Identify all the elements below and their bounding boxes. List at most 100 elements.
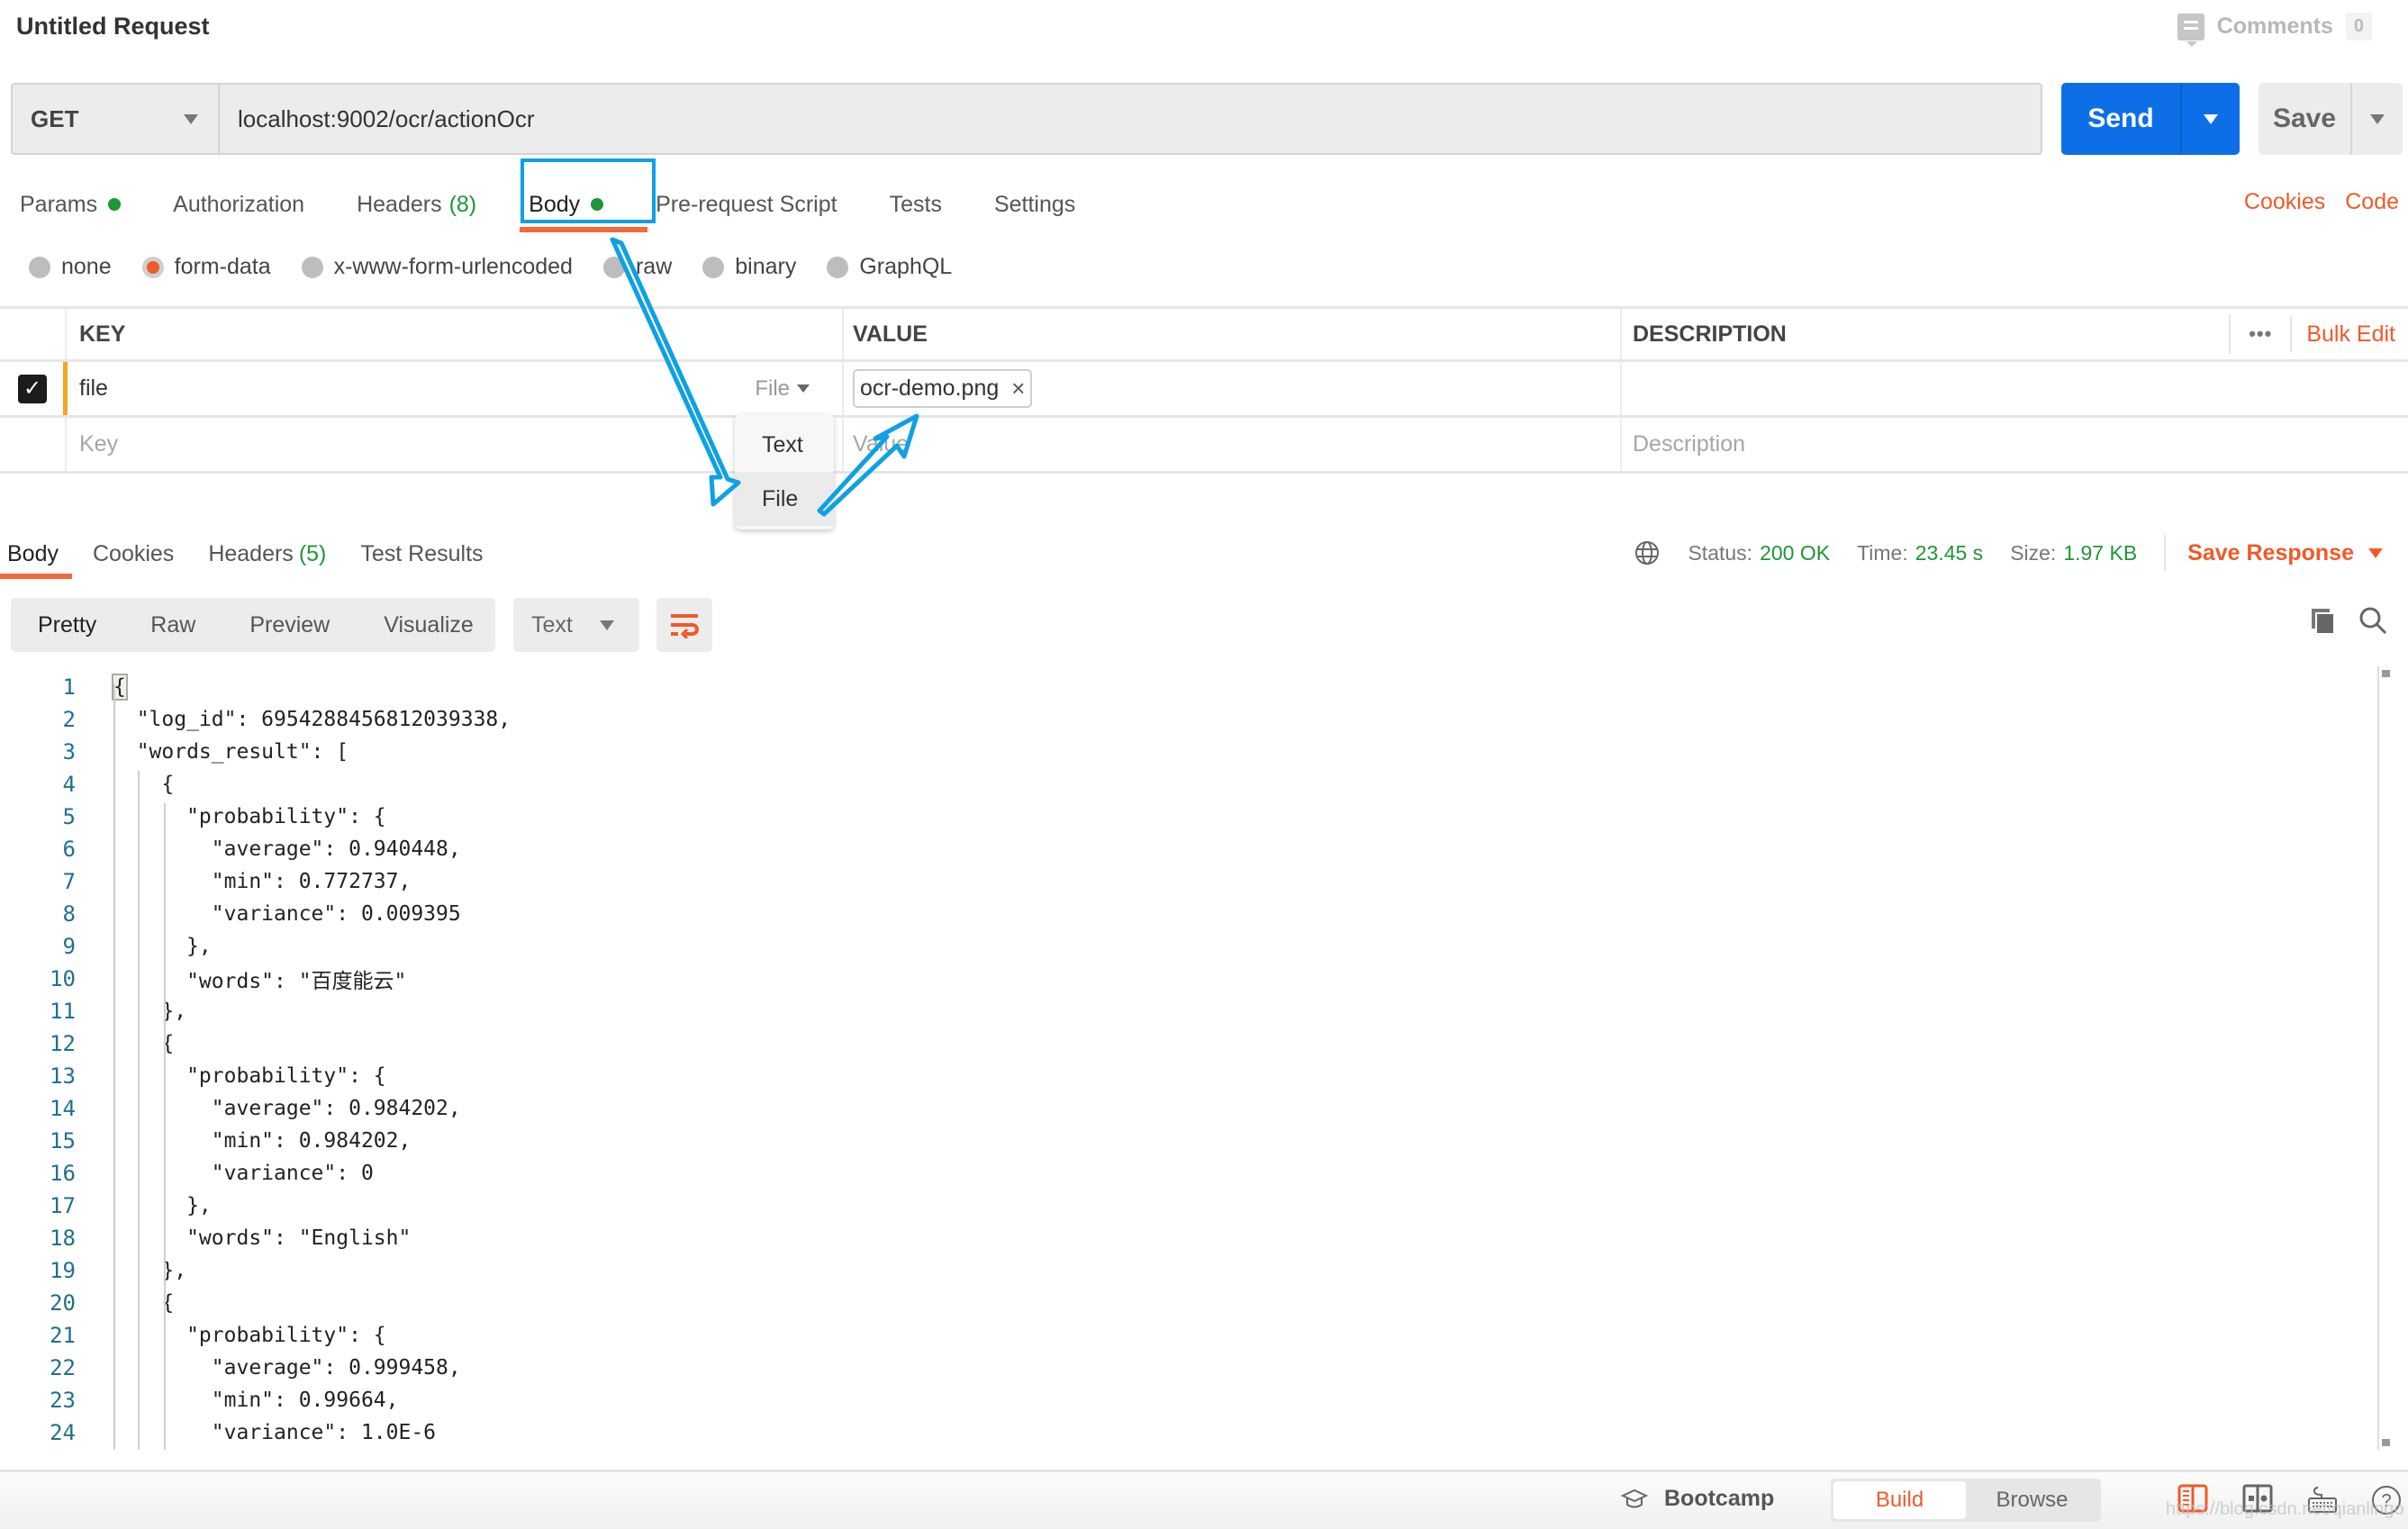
code-line: 11 },: [0, 995, 2377, 1027]
response-body-viewer[interactable]: 1{2 "log_id": 6954288456812039338, 3 "wor…: [0, 671, 2377, 1449]
code-line: 21 "probability": {: [0, 1319, 2377, 1352]
code-line: 22 "average": 0.999458,: [0, 1352, 2377, 1384]
key-type-select[interactable]: File: [755, 376, 810, 402]
radio-binary[interactable]: binary: [702, 254, 796, 280]
method-value: GET: [31, 104, 79, 132]
tab-pre-request-script[interactable]: Pre-request Script: [656, 185, 837, 224]
line-number: 1: [62, 674, 76, 700]
status-value: 200 OK: [1760, 540, 1831, 565]
bulk-edit-link[interactable]: Bulk Edit: [2290, 316, 2395, 352]
code-text: "variance": 0: [112, 1162, 374, 1185]
menu-item-file[interactable]: File: [735, 472, 834, 526]
cookies-link[interactable]: Cookies: [2244, 189, 2325, 215]
code-line: 8 "variance": 0.009395: [0, 898, 2377, 930]
key-type-dropdown-menu: Text File: [735, 414, 834, 529]
table-actions: ••• Bulk Edit: [2229, 314, 2395, 354]
copy-icon[interactable]: [2310, 607, 2337, 636]
size-value: 1.97 KB: [2063, 540, 2138, 565]
view-mode-preview[interactable]: Preview: [222, 612, 330, 638]
line-number: 2: [62, 707, 76, 732]
save-response-button[interactable]: Save Response: [2187, 540, 2383, 566]
response-tab-test-results[interactable]: Test Results: [360, 536, 483, 572]
chevron-down-icon: [2368, 547, 2383, 558]
view-mode-visualize[interactable]: Visualize: [357, 612, 474, 638]
tab-label: Headers: [357, 191, 442, 217]
code-line: 16 "variance": 0: [0, 1157, 2377, 1190]
view-mode-pretty[interactable]: Pretty: [11, 612, 96, 638]
close-icon[interactable]: ×: [1011, 375, 1025, 403]
response-meta: Status: 200 OK Time: 23.45 s Size: 1.97 …: [1634, 535, 2383, 571]
tab-label: Settings: [993, 191, 1076, 217]
line-number: 17: [50, 1193, 76, 1218]
radio-graphql[interactable]: GraphQL: [827, 254, 952, 280]
tab-tests[interactable]: Tests: [890, 185, 942, 224]
value-input[interactable]: Value: [842, 418, 1620, 471]
radio-label: none: [61, 254, 112, 279]
menu-item-text[interactable]: Text: [735, 418, 834, 472]
build-mode-button[interactable]: Build: [1833, 1481, 1966, 1519]
key-type-value: File: [755, 375, 790, 401]
method-select[interactable]: GET: [13, 85, 220, 153]
vertical-scrollbar[interactable]: [2377, 666, 2390, 1450]
response-tab-cookies[interactable]: Cookies: [93, 536, 174, 572]
response-tab-headers[interactable]: Headers (5): [208, 536, 326, 572]
tab-settings[interactable]: Settings: [994, 185, 1075, 224]
wrap-lines-button[interactable]: [656, 598, 712, 652]
line-number: 23: [50, 1388, 76, 1413]
description-input[interactable]: Description: [1620, 418, 2408, 471]
chevron-down-icon: [2204, 113, 2218, 124]
tab-headers[interactable]: Headers (8): [357, 185, 476, 224]
tab-label: Body: [7, 540, 59, 566]
comments-button[interactable]: Comments 0: [2177, 13, 2372, 47]
key-input[interactable]: Key: [65, 418, 842, 471]
send-button[interactable]: Send: [2061, 83, 2180, 155]
description-cell[interactable]: [1620, 362, 2408, 415]
view-mode-raw[interactable]: Raw: [123, 612, 195, 638]
chevron-down-icon: [2370, 113, 2385, 124]
radio-form-data[interactable]: form-data: [141, 254, 271, 280]
radio-none[interactable]: none: [29, 254, 112, 280]
key-cell[interactable]: file File: [63, 362, 842, 415]
code-text: "words": "English": [112, 1226, 412, 1250]
url-input[interactable]: localhost:9002/ocr/actionOcr: [220, 85, 2041, 153]
send-options-button[interactable]: [2180, 83, 2240, 155]
radio-label: x-www-form-urlencoded: [333, 254, 573, 279]
line-number: 16: [50, 1161, 76, 1186]
wrap-lines-icon: [671, 614, 699, 638]
request-title[interactable]: Untitled Request: [16, 13, 210, 41]
tab-authorization[interactable]: Authorization: [173, 185, 304, 224]
scroll-down-arrow[interactable]: [2382, 1439, 2390, 1446]
table-header-row: KEY VALUE DESCRIPTION ••• Bulk Edit: [0, 306, 2408, 362]
globe-icon[interactable]: [1634, 539, 1661, 566]
radio-x-www-form-urlencoded[interactable]: x-www-form-urlencoded: [301, 254, 573, 280]
format-select[interactable]: Text: [513, 598, 639, 652]
browse-mode-button[interactable]: Browse: [1966, 1481, 2098, 1519]
search-icon[interactable]: [2358, 605, 2388, 636]
divider: [2164, 535, 2167, 571]
code-link[interactable]: Code: [2345, 189, 2399, 215]
more-options-icon[interactable]: •••: [2229, 314, 2290, 354]
line-number: 14: [50, 1096, 76, 1121]
save-button[interactable]: Save: [2259, 83, 2350, 155]
code-text: "probability": {: [112, 1324, 386, 1347]
scroll-up-arrow[interactable]: [2382, 670, 2390, 677]
code-text: },: [112, 1000, 187, 1023]
code-line: 5 "probability": {: [0, 801, 2377, 833]
body-type-radio-group: none form-data x-www-form-urlencoded raw…: [29, 254, 982, 280]
file-chip[interactable]: ocr-demo.png ×: [853, 369, 1033, 408]
line-number: 7: [62, 869, 76, 894]
radio-icon: [827, 256, 849, 278]
code-text: "probability": {: [112, 1064, 386, 1088]
radio-icon: [301, 256, 323, 278]
response-tab-body[interactable]: Body: [7, 536, 59, 572]
save-button-group: Save: [2259, 83, 2403, 155]
header-checkbox-cell: [0, 309, 65, 359]
radio-raw[interactable]: raw: [602, 254, 672, 280]
tab-params[interactable]: Params: [20, 185, 122, 224]
indent-guide: [113, 684, 115, 1450]
bootcamp-button[interactable]: Bootcamp: [1621, 1486, 1774, 1512]
checkbox-checked[interactable]: ✓: [18, 374, 47, 403]
code-line: 15 "min": 0.984202,: [0, 1125, 2377, 1157]
active-tab-indicator: [0, 574, 72, 579]
save-options-button[interactable]: [2350, 83, 2403, 155]
